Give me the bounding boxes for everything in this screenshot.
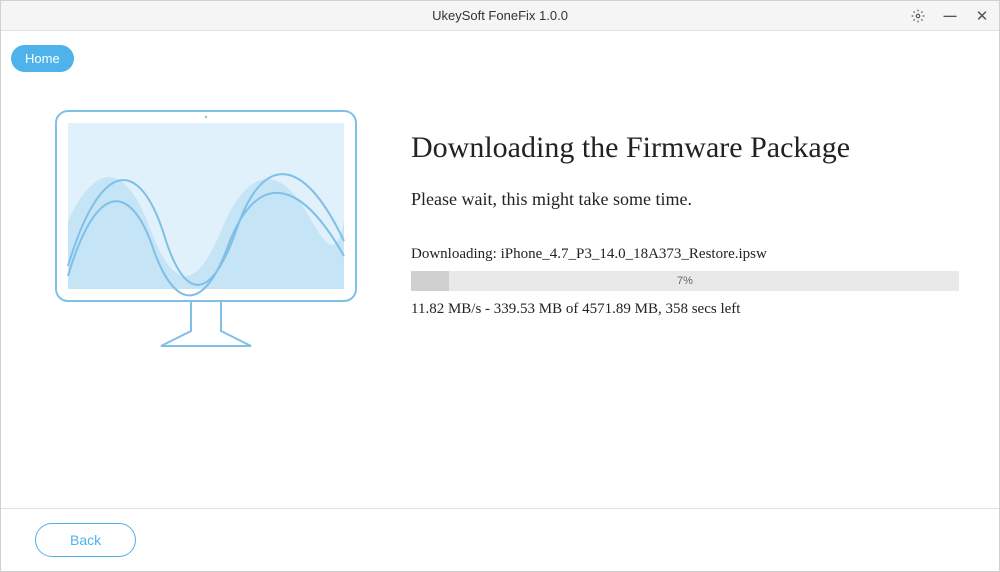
minimize-icon[interactable]: — — [941, 7, 959, 25]
content-area: Home — [1, 31, 999, 509]
titlebar: UkeySoft FoneFix 1.0.0 — ✕ — [1, 1, 999, 31]
back-button[interactable]: Back — [35, 523, 136, 557]
progress-bar: 7% — [411, 271, 959, 291]
download-filename-label: Downloading: iPhone_4.7_P3_14.0_18A373_R… — [411, 246, 959, 263]
close-icon[interactable]: ✕ — [973, 7, 991, 25]
titlebar-controls: — ✕ — [909, 7, 991, 25]
download-stats: 11.82 MB/s - 339.53 MB of 4571.89 MB, 35… — [411, 301, 959, 318]
main-area: Downloading the Firmware Package Please … — [1, 31, 999, 391]
back-button-label: Back — [70, 532, 101, 548]
monitor-illustration — [41, 101, 371, 361]
app-window: UkeySoft FoneFix 1.0.0 — ✕ Home — [0, 0, 1000, 572]
progress-fill — [411, 271, 449, 291]
footer: Back — [1, 509, 999, 571]
progress-percent-text: 7% — [677, 275, 693, 287]
gear-icon[interactable] — [909, 7, 927, 25]
window-title: UkeySoft FoneFix 1.0.0 — [432, 8, 568, 23]
download-info: Downloading the Firmware Package Please … — [411, 101, 959, 361]
home-tab[interactable]: Home — [11, 45, 74, 72]
page-heading: Downloading the Firmware Package — [411, 131, 959, 165]
home-tab-label: Home — [25, 51, 60, 66]
page-subheading: Please wait, this might take some time. — [411, 189, 959, 210]
